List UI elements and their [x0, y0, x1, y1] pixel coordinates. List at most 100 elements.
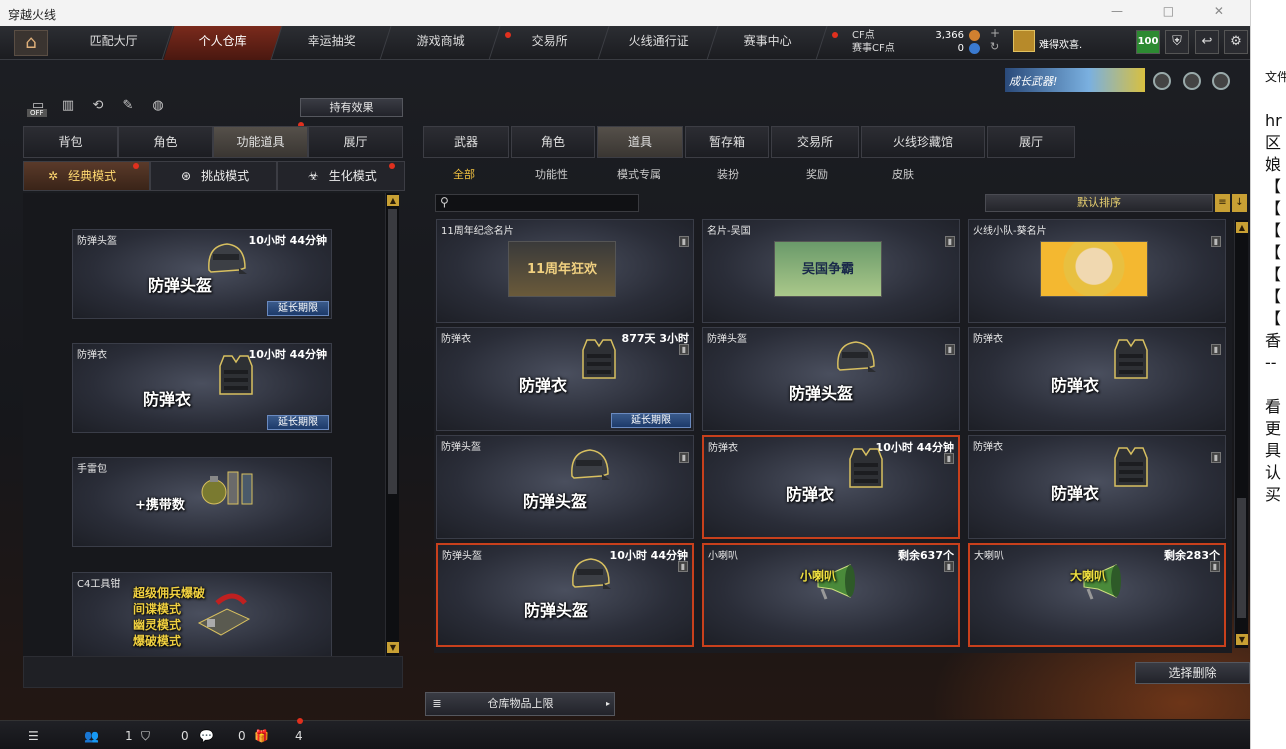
scroll-thumb[interactable] — [1237, 498, 1246, 618]
trash-icon[interactable]: ▮ — [945, 236, 955, 247]
filter-tab[interactable]: 全部 — [453, 166, 475, 182]
right-tab[interactable]: 道具 — [597, 126, 683, 158]
right-tab[interactable]: 交易所 — [771, 126, 859, 158]
inventory-item-card[interactable]: 手雷包 +携带数 — [72, 457, 332, 547]
inventory-item-card[interactable]: 防弹衣 10小时 44分钟 防弹衣 延长期限 — [72, 343, 332, 433]
inventory-item-card[interactable]: 名片-吴国 ▮ 吴国争霸 — [702, 219, 960, 323]
nav-tab[interactable]: 匹配大厅 — [54, 26, 174, 60]
right-tab[interactable]: 火线珍藏馆 — [861, 126, 985, 158]
nav-tab[interactable]: 个人仓库 — [163, 26, 283, 60]
exit-icon[interactable]: ↩ — [1195, 30, 1219, 54]
nav-tab[interactable]: 赛事中心 — [708, 26, 828, 60]
growth-weapon-banner[interactable]: 成长武器! — [1005, 68, 1145, 92]
inventory-item-card[interactable]: 防弹衣 877天 3小时 ▮ 防弹衣 延长期限 — [436, 327, 694, 431]
item-label: 小喇叭 — [800, 569, 837, 583]
badge-icon[interactable] — [1153, 72, 1171, 90]
inventory-item-card[interactable]: 防弹头盔 10小时 44分钟 ▮ 防弹头盔 — [436, 543, 694, 647]
filter-tab[interactable]: 功能性 — [535, 166, 568, 182]
spray-icon[interactable]: ✎ — [118, 98, 138, 118]
refresh-icon[interactable]: ↻ — [990, 40, 999, 53]
inventory-item-card[interactable]: 防弹衣 10小时 44分钟 ▮ 防弹衣 — [702, 435, 960, 539]
trash-icon[interactable]: ▮ — [1211, 452, 1221, 463]
window-controls[interactable]: — □ ✕ — [1111, 4, 1242, 18]
vest-icon — [1114, 339, 1148, 379]
shield-icon[interactable]: ⛨ — [1165, 30, 1189, 54]
scroll-up-arrow[interactable]: ▲ — [387, 195, 399, 206]
inventory-item-card[interactable]: 防弹头盔 ▮ 防弹头盔 — [436, 435, 694, 539]
nav-tab[interactable]: 幸运抽奖 — [272, 26, 392, 60]
storage-capacity-button[interactable]: ≣ 仓库物品上限 ▸ — [425, 692, 615, 716]
trash-icon[interactable]: ▮ — [678, 561, 688, 572]
left-tab[interactable]: 展厅 — [308, 126, 403, 158]
cf-coin-icon — [969, 30, 980, 41]
trash-icon[interactable]: ▮ — [945, 344, 955, 355]
item-label: 超级佣兵爆破 间谍模式 幽灵模式 爆破模式 — [133, 586, 206, 648]
extend-button[interactable]: 延长期限 — [267, 301, 329, 316]
clan-icon[interactable]: ⛉ — [141, 729, 150, 744]
trash-icon[interactable]: ▮ — [679, 344, 689, 355]
stats-icon[interactable]: ▥ — [58, 98, 78, 118]
home-icon[interactable]: ⌂ — [14, 30, 48, 56]
filter-tab[interactable]: 皮肤 — [892, 166, 914, 182]
inventory-item-card[interactable]: 防弹衣 ▮ 防弹衣 — [968, 435, 1226, 539]
target-icon[interactable] — [1183, 72, 1201, 90]
left-tab[interactable]: 功能道具 — [213, 126, 308, 158]
filter-tab[interactable]: 装扮 — [717, 166, 739, 182]
anime-namecard-image — [1040, 241, 1148, 297]
chat-icon[interactable]: 💬 — [199, 729, 214, 743]
right-tab[interactable]: 角色 — [511, 126, 595, 158]
trash-icon[interactable]: ▮ — [1211, 344, 1221, 355]
trash-icon[interactable]: ▮ — [1211, 236, 1221, 247]
right-scrollbar[interactable]: ▲ ▼ — [1234, 220, 1248, 648]
search-input[interactable]: ⚲ — [435, 194, 639, 212]
nav-tab[interactable]: 火线通行证 — [599, 26, 719, 60]
trash-icon[interactable]: ▮ — [944, 453, 954, 464]
inventory-item-card[interactable]: 大喇叭 剩余283个 ▮ 大喇叭 — [968, 543, 1226, 647]
left-tab[interactable]: 角色 — [118, 126, 213, 158]
mode-tab[interactable]: ☣ 生化模式 — [277, 161, 405, 191]
trash-icon[interactable]: ▮ — [679, 236, 689, 247]
trash-icon[interactable]: ▮ — [1210, 561, 1220, 572]
avatar[interactable] — [1013, 30, 1035, 52]
filter-tab[interactable]: 奖励 — [806, 166, 828, 182]
star-icon[interactable] — [1212, 72, 1230, 90]
right-tab[interactable]: 暂存箱 — [685, 126, 769, 158]
inventory-item-card[interactable]: C4工具钳 超级佣兵爆破 间谍模式 幽灵模式 爆破模式 — [72, 572, 332, 664]
inventory-item-card[interactable]: 防弹衣 ▮ 防弹衣 — [968, 327, 1226, 431]
scroll-down-arrow[interactable]: ▼ — [1236, 634, 1248, 645]
list-view-icon[interactable]: ≡ — [1215, 194, 1230, 212]
friends-icon[interactable]: 👥 — [84, 729, 99, 743]
trash-icon[interactable]: ▮ — [944, 561, 954, 572]
mode-tab[interactable]: ⊛ 挑战模式 — [150, 161, 277, 191]
inventory-item-card[interactable]: 11周年纪念名片 ▮ 11周年狂欢 — [436, 219, 694, 323]
scroll-down-arrow[interactable]: ▼ — [387, 642, 399, 653]
extend-button[interactable]: 延长期限 — [267, 415, 329, 430]
inventory-item-card[interactable]: 防弹头盔 10小时 44分钟 防弹头盔 延长期限 — [72, 229, 332, 319]
bag-icon[interactable]: ◍ — [148, 98, 168, 118]
nav-tab-label: 匹配大厅 — [90, 34, 139, 48]
add-cf-icon[interactable]: + — [990, 26, 1000, 40]
right-tab[interactable]: 展厅 — [987, 126, 1075, 158]
owned-effects-button[interactable]: 持有效果 — [300, 98, 403, 117]
menu-icon[interactable]: ☰ — [28, 729, 39, 743]
trash-icon[interactable]: ▮ — [679, 452, 689, 463]
mode-tab[interactable]: ✲ 经典模式 — [23, 161, 150, 191]
select-delete-button[interactable]: 选择删除 — [1135, 662, 1250, 684]
gift-icon[interactable]: 🎁 — [254, 729, 269, 743]
inventory-item-card[interactable]: 火线小队-葵名片 ▮ — [968, 219, 1226, 323]
sort-dropdown[interactable]: 默认排序 — [985, 194, 1213, 212]
inventory-item-card[interactable]: 防弹头盔 ▮ 防弹头盔 — [702, 327, 960, 431]
right-tab[interactable]: 武器 — [423, 126, 509, 158]
left-tab[interactable]: 背包 — [23, 126, 118, 158]
sort-order-icon[interactable]: ↓ — [1232, 194, 1247, 212]
scroll-thumb[interactable] — [388, 209, 397, 494]
extend-button[interactable]: 延长期限 — [611, 413, 691, 428]
scroll-up-arrow[interactable]: ▲ — [1236, 222, 1248, 233]
inventory-item-card[interactable]: 小喇叭 剩余637个 ▮ 小喇叭 — [702, 543, 960, 647]
filter-tab[interactable]: 模式专属 — [617, 166, 661, 182]
helmet-icon — [837, 341, 876, 372]
nav-tab[interactable]: 游戏商城 — [381, 26, 501, 60]
left-scrollbar[interactable]: ▲ ▼ — [385, 193, 399, 656]
history-icon[interactable]: ⟲ — [88, 98, 108, 118]
gear-icon[interactable]: ⚙ — [1224, 30, 1248, 54]
